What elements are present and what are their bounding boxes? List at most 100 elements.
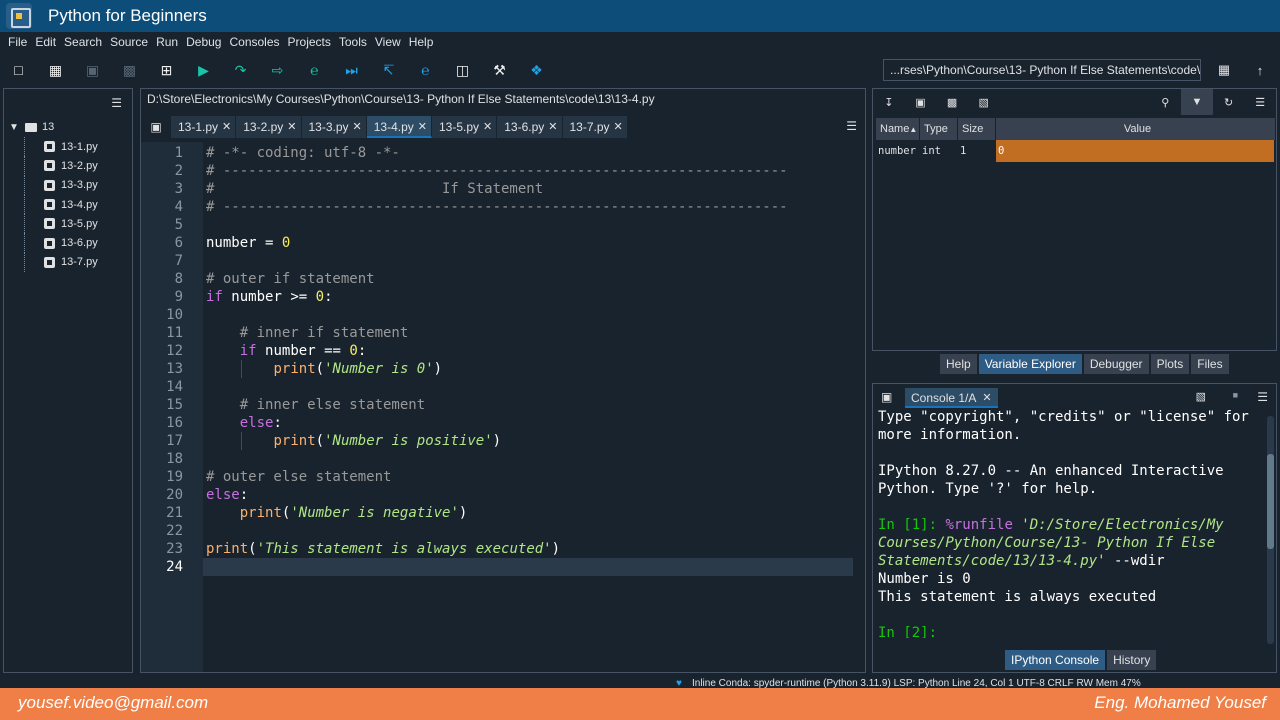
close-icon[interactable]: ✕ xyxy=(418,120,427,133)
tab-help[interactable]: Help xyxy=(940,354,977,374)
menu-search[interactable]: Search xyxy=(64,35,102,49)
column-header-value[interactable]: Value xyxy=(996,118,1276,140)
filter-icon[interactable]: ▼ xyxy=(1181,89,1213,115)
tab-13-2[interactable]: 13-2.py ✕ xyxy=(236,116,302,138)
code-line[interactable]: print('This statement is always executed… xyxy=(206,540,560,558)
code-line[interactable]: # inner else statement xyxy=(206,396,425,414)
tab-history[interactable]: History xyxy=(1107,650,1157,670)
code-text[interactable]: # -*- coding: utf-8 -*- # ---------------… xyxy=(203,142,865,672)
parent-directory-icon[interactable]: ↑ xyxy=(1248,58,1272,82)
save-all-icon[interactable]: ▩ xyxy=(111,52,148,88)
close-icon[interactable]: ✕ xyxy=(222,120,231,133)
code-line[interactable]: else: xyxy=(206,486,248,504)
new-file-icon[interactable]: □ xyxy=(0,52,37,88)
debug-selection-icon[interactable]: ℮ xyxy=(407,52,444,88)
tab-files[interactable]: Files xyxy=(1191,354,1229,374)
code-line[interactable]: # outer else statement xyxy=(206,468,391,486)
menu-edit[interactable]: Edit xyxy=(35,35,56,49)
debug-file-icon[interactable]: ⏭ xyxy=(333,52,370,88)
debug-cell-icon[interactable]: ↸ xyxy=(370,52,407,88)
code-line[interactable]: if number >= 0: xyxy=(206,288,333,306)
tree-file[interactable]: 13-3.py xyxy=(6,175,132,196)
preferences-wrench-icon[interactable]: ⚒ xyxy=(481,52,518,88)
editor-options-icon[interactable]: ☰ xyxy=(846,119,857,133)
tab-ipython-console[interactable]: IPython Console xyxy=(1005,650,1106,670)
tree-file[interactable]: 13-5.py xyxy=(6,214,132,234)
scrollbar-thumb[interactable] xyxy=(1267,454,1274,549)
tab-13-4[interactable]: 13-4.py ✕ xyxy=(366,116,432,138)
menu-file[interactable]: File xyxy=(8,35,27,49)
close-icon[interactable]: ✕ xyxy=(548,120,557,133)
code-line[interactable]: if number == 0: xyxy=(206,342,367,360)
working-directory-input[interactable]: ...rses\Python\Course\13- Python If Else… xyxy=(883,59,1201,81)
new-cell-icon[interactable]: ⊞ xyxy=(148,52,185,88)
close-icon[interactable]: ✕ xyxy=(483,120,492,133)
close-icon[interactable]: ✕ xyxy=(614,120,623,133)
refresh-icon[interactable]: ↻ xyxy=(1213,96,1245,109)
tab-plots[interactable]: Plots xyxy=(1150,354,1190,374)
menu-help[interactable]: Help xyxy=(409,35,434,49)
stop-icon[interactable]: ■ xyxy=(1233,390,1238,400)
table-row[interactable]: number int 1 0 xyxy=(876,140,1276,162)
tab-13-6[interactable]: 13-6.py ✕ xyxy=(497,116,563,138)
run-cell-advance-icon[interactable]: ⇨ xyxy=(259,52,296,88)
options-menu-icon[interactable]: ☰ xyxy=(1244,96,1276,109)
column-header-type[interactable]: Type xyxy=(920,118,958,140)
tree-file[interactable]: 13-4.py xyxy=(6,194,132,215)
console-output[interactable]: Type "copyright", "credits" or "license"… xyxy=(878,408,1263,638)
import-data-icon[interactable]: ↧ xyxy=(873,96,905,109)
tab-debugger[interactable]: Debugger xyxy=(1083,354,1149,374)
menu-run[interactable]: Run xyxy=(156,35,178,49)
tree-file[interactable]: 13-2.py xyxy=(6,156,132,176)
browse-tabs-icon[interactable]: ▣ xyxy=(881,390,892,404)
python-path-icon[interactable]: ❖ xyxy=(518,52,555,88)
menu-projects[interactable]: Projects xyxy=(288,35,331,49)
code-line[interactable]: # inner if statement xyxy=(206,324,409,342)
code-line[interactable]: else: xyxy=(206,414,282,432)
save-file-icon[interactable]: ▣ xyxy=(74,52,111,88)
remove-all-icon[interactable]: ▧ xyxy=(968,96,1000,109)
search-icon[interactable]: ⚲ xyxy=(1150,96,1182,109)
save-data-as-icon[interactable]: ▩ xyxy=(936,96,968,109)
options-menu-icon[interactable]: ☰ xyxy=(1257,390,1268,404)
code-line[interactable]: # --------------------------------------… xyxy=(206,198,788,216)
menu-tools[interactable]: Tools xyxy=(339,35,367,49)
save-data-icon[interactable]: ▣ xyxy=(905,96,937,109)
menu-source[interactable]: Source xyxy=(110,35,148,49)
tab-13-1[interactable]: 13-1.py ✕ xyxy=(171,116,237,138)
console-scrollbar[interactable] xyxy=(1267,416,1274,644)
menu-debug[interactable]: Debug xyxy=(186,35,221,49)
tab-console-1a[interactable]: Console 1/A ✕ xyxy=(905,388,998,408)
open-file-icon[interactable]: ▦ xyxy=(37,52,74,88)
tab-variable-explorer[interactable]: Variable Explorer xyxy=(978,354,1082,374)
tree-file[interactable]: 13-7.py xyxy=(6,252,132,273)
tab-13-7[interactable]: 13-7.py ✕ xyxy=(562,116,628,138)
maximize-pane-icon[interactable]: ◫ xyxy=(444,52,481,88)
browse-tabs-icon[interactable]: ▣ xyxy=(141,120,171,134)
close-icon[interactable]: ✕ xyxy=(353,120,362,133)
tree-file[interactable]: 13-6.py xyxy=(6,233,132,254)
code-area[interactable]: 1 2 3 4 5 6 7 8 9 10 11 12 13 14 15 16 17 18 19 20 21 22 23 24 … xyxy=(141,142,865,672)
code-line[interactable]: print('Number is positive') xyxy=(206,432,502,450)
code-line[interactable]: # If Statement xyxy=(206,180,543,198)
menu-consoles[interactable]: Consoles xyxy=(229,35,279,49)
tab-13-5[interactable]: 13-5.py ✕ xyxy=(432,116,498,138)
close-icon[interactable]: ✕ xyxy=(287,120,296,133)
tab-13-3[interactable]: 13-3.py ✕ xyxy=(301,116,367,138)
close-icon[interactable]: ✕ xyxy=(982,391,991,404)
run-selection-icon[interactable]: ℮ xyxy=(296,52,333,88)
code-line[interactable]: number = 0 xyxy=(206,234,290,252)
code-line[interactable]: # outer if statement xyxy=(206,270,375,288)
column-header-size[interactable]: Size xyxy=(958,118,996,140)
browse-directory-icon[interactable]: ▦ xyxy=(1212,58,1236,82)
tree-file[interactable]: 13-1.py xyxy=(6,137,132,157)
run-cell-icon[interactable]: ↷ xyxy=(222,52,259,88)
code-line[interactable]: # -*- coding: utf-8 -*- xyxy=(206,144,400,162)
menu-view[interactable]: View xyxy=(375,35,401,49)
code-line[interactable]: print('Number is negative') xyxy=(206,504,468,522)
remove-icon[interactable]: ▧ xyxy=(1196,390,1206,403)
run-file-icon[interactable]: ▶ xyxy=(185,52,222,88)
chevron-down-icon[interactable]: ▼ xyxy=(6,122,22,133)
tree-folder-13[interactable]: ▼ 13 xyxy=(6,117,132,137)
column-header-name[interactable]: Name▲ xyxy=(876,118,920,140)
